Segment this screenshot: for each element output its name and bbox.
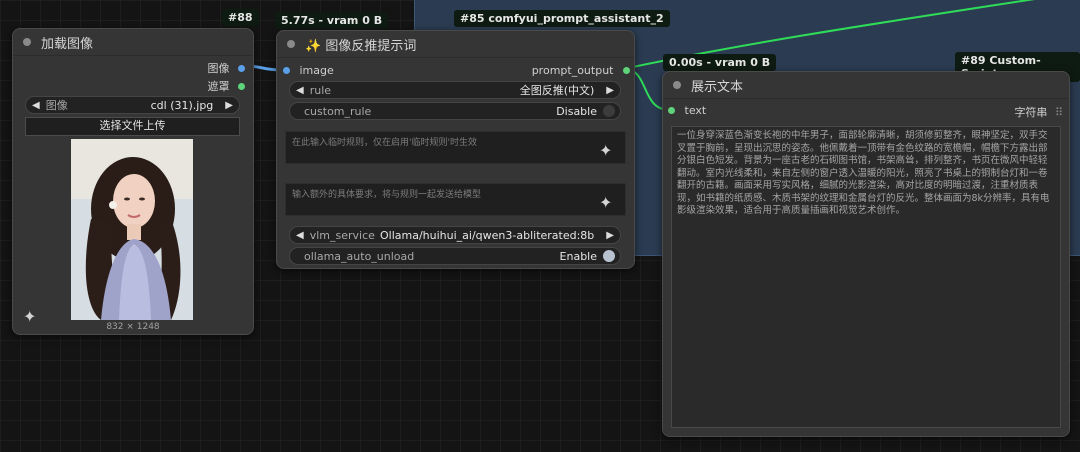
text-output[interactable]: 一位身穿深蓝色渐变长袍的中年男子，面部轮廓清晰，胡须修剪整齐，眼神坚定，双手交叉…	[671, 126, 1061, 428]
temp-rule-textarea[interactable]: 在此输入临时规则，仅在启用'临时规则'时生效	[285, 131, 626, 164]
output-prompt-port[interactable]	[623, 67, 630, 74]
node-show-text[interactable]: 展示文本 text 字符串 ⠿ 一位身穿深蓝色渐变长袍的中年男子，面部轮廓清晰，…	[662, 71, 1070, 437]
output-image-label: 图像	[207, 62, 230, 75]
sparkle-icon[interactable]: ✦	[599, 193, 612, 212]
input-image-label: image	[299, 64, 334, 77]
type-label-row: 字符串 ⠿	[1014, 104, 1063, 120]
output-prompt-label: prompt_output	[531, 64, 614, 77]
vlm-service-combo[interactable]: ◀ vlm_service Ollama/huihui_ai/qwen3-abl…	[289, 226, 621, 244]
upload-button[interactable]: 选择文件上传	[25, 117, 240, 136]
toggle-on-icon[interactable]	[603, 250, 615, 262]
custom-rule-label: custom_rule	[304, 104, 372, 118]
image-file-combo[interactable]: ◀ 图像 cdl (31).jpg ▶	[25, 96, 240, 114]
next-arrow-icon[interactable]: ▶	[600, 85, 620, 96]
next-arrow-icon[interactable]: ▶	[600, 230, 620, 241]
collapse-dot-icon[interactable]	[287, 40, 295, 48]
output-prompt-row[interactable]: prompt_output	[532, 64, 630, 77]
node-load-image-title: 加载图像	[41, 36, 94, 52]
toggle-off-icon[interactable]	[603, 105, 615, 117]
image-combo-value: cdl (31).jpg	[150, 98, 214, 112]
output-mask-label: 遮罩	[207, 80, 230, 93]
node-show-text-header[interactable]: 展示文本	[663, 72, 1069, 99]
type-label: 字符串	[1014, 106, 1048, 119]
node-load-image-header[interactable]: 加载图像	[13, 29, 253, 56]
output-image-row[interactable]: 图像	[207, 60, 245, 76]
grid-handle-icon[interactable]: ⠿	[1055, 106, 1063, 119]
input-text-row[interactable]: text	[668, 104, 706, 117]
node-88-id-badge: #88	[222, 9, 259, 26]
ollama-unload-label: ollama_auto_unload	[304, 249, 415, 263]
ollama-unload-value: Enable	[559, 249, 597, 263]
prev-arrow-icon[interactable]: ◀	[290, 230, 310, 241]
rule-value: 全图反推(中文)	[519, 84, 595, 97]
node-85-time-badge: 5.77s - vram 0 B	[275, 12, 389, 29]
prev-arrow-icon[interactable]: ◀	[26, 100, 46, 111]
prev-arrow-icon[interactable]: ◀	[290, 85, 310, 96]
node-show-text-title: 展示文本	[691, 79, 744, 95]
vlm-service-value: Ollama/huihui_ai/qwen3-abliterated:8b	[380, 228, 595, 242]
collapse-dot-icon[interactable]	[673, 81, 681, 89]
image-combo-label: 图像	[45, 99, 68, 112]
next-arrow-icon[interactable]: ▶	[219, 100, 239, 111]
collapse-dot-icon[interactable]	[23, 38, 31, 46]
portrait-image	[71, 139, 193, 320]
image-preview	[71, 139, 193, 320]
node-85-id-badge: #85 comfyui_prompt_assistant_2	[454, 10, 670, 27]
ollama-unload-toggle[interactable]: ollama_auto_unload Enable	[289, 247, 621, 265]
output-mask-row[interactable]: 遮罩	[207, 78, 245, 94]
output-mask-port[interactable]	[238, 83, 245, 90]
sparkle-icon[interactable]: ✦	[599, 141, 612, 160]
node-prompt-assistant[interactable]: ✨ 图像反推提示词 image prompt_output ◀ rule 全图反…	[276, 30, 635, 269]
input-image-row[interactable]: image	[283, 64, 334, 77]
node-89-time-badge: 0.00s - vram 0 B	[663, 54, 777, 71]
rule-label: rule	[309, 83, 332, 97]
rule-combo[interactable]: ◀ rule 全图反推(中文) ▶	[289, 81, 621, 99]
output-image-port[interactable]	[238, 65, 245, 72]
image-dims-label: 832 × 1248	[106, 322, 160, 332]
node-prompt-title: ✨ 图像反推提示词	[305, 38, 417, 54]
input-text-port[interactable]	[668, 107, 675, 114]
input-image-port[interactable]	[283, 67, 290, 74]
sparkle-icon[interactable]: ✦	[23, 307, 36, 326]
custom-rule-toggle[interactable]: custom_rule Disable	[289, 102, 621, 120]
node-prompt-header[interactable]: ✨ 图像反推提示词	[277, 31, 634, 58]
node-load-image[interactable]: 加载图像 图像 遮罩 ◀ 图像 cdl (31).jpg ▶ 选择文件上传 83…	[12, 28, 254, 335]
input-text-label: text	[684, 104, 707, 117]
extra-req-textarea[interactable]: 输入额外的具体要求，将与规则一起发送给模型	[285, 183, 626, 216]
custom-rule-value: Disable	[556, 104, 597, 118]
vlm-service-label: vlm_service	[309, 228, 375, 242]
